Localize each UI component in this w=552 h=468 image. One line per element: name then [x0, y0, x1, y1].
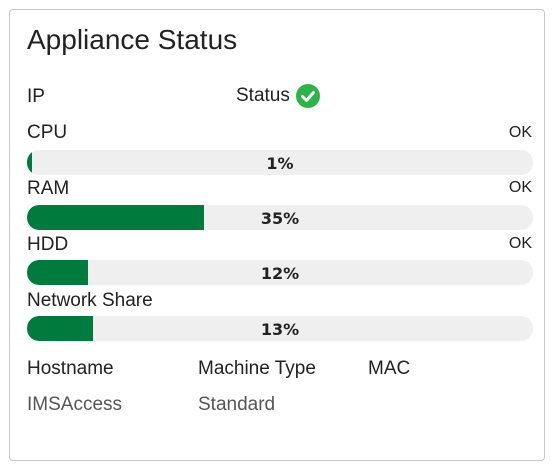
cpu-label: CPU	[27, 122, 68, 143]
network-share-percent: 13%	[260, 320, 300, 339]
hostname-value: IMSAccess	[27, 394, 123, 415]
network-share-label: Network Share	[27, 290, 153, 311]
machine-type-value: Standard	[198, 394, 276, 415]
check-circle-icon	[295, 84, 320, 108]
hostname-label: Hostname	[27, 358, 114, 379]
machine-type-label: Machine Type	[198, 358, 316, 379]
status-indicator: Status	[236, 84, 320, 108]
appliance-status-card: Appliance Status IP Status CPU OK 1% RAM…	[9, 9, 545, 461]
ip-label: IP	[27, 86, 45, 107]
hdd-percent: 12%	[260, 264, 300, 283]
ram-status: OK	[508, 179, 532, 196]
ram-percent: 35%	[260, 209, 300, 228]
panel-title: Appliance Status	[27, 24, 238, 55]
network-share-progress-bar: 13%	[27, 316, 533, 341]
hdd-status: OK	[508, 235, 532, 252]
hdd-label: HDD	[27, 234, 69, 255]
hdd-progress-bar: 12%	[27, 260, 533, 285]
cpu-progress-bar: 1%	[27, 150, 533, 175]
cpu-status: OK	[508, 124, 532, 141]
ram-progress-bar: 35%	[27, 205, 533, 230]
ram-label: RAM	[27, 178, 70, 199]
cpu-percent: 1%	[266, 154, 294, 173]
mac-label: MAC	[368, 358, 411, 379]
status-label: Status	[236, 85, 290, 106]
